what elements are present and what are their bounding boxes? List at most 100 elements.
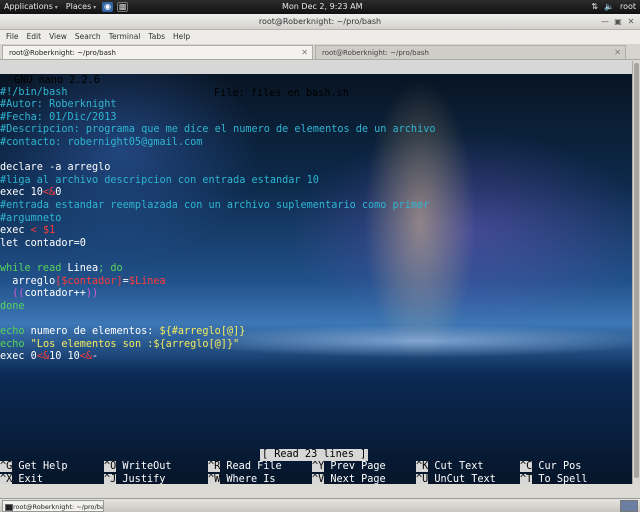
code-token: echo [0, 326, 31, 337]
code-token: while read [0, 263, 68, 274]
maximize-icon[interactable]: ▣ [613, 17, 623, 27]
code-line: while read Linea; do [0, 263, 123, 276]
code-line: echo "Los elementos son :${arreglo[@]}" [0, 339, 239, 352]
shortcut-label: Get Help [12, 461, 68, 472]
shortcut-label: Justify [116, 473, 166, 484]
shortcut-cut-text[interactable]: ^K Cut Text [416, 461, 483, 474]
nano-status-message: [ Read 23 lines ] [260, 449, 369, 461]
tab-2[interactable]: root@Roberknight: ~/pro/bash ✕ [315, 45, 626, 59]
places-menu[interactable]: Places [62, 0, 100, 15]
tab-1[interactable]: root@Roberknight: ~/pro/bash ✕ [2, 45, 313, 59]
shortcut-to-spell[interactable]: ^T To Spell [520, 473, 588, 484]
window-titlebar[interactable]: root@Roberknight: ~/pro/bash — ▣ ✕ [0, 14, 640, 30]
shortcut-label: Cut Text [428, 461, 484, 472]
volume-icon[interactable]: 🔈 [604, 0, 614, 14]
scrollbar-thumb[interactable] [634, 63, 639, 478]
window-title: root@Roberknight: ~/pro/bash [258, 17, 382, 26]
menu-terminal[interactable]: Terminal [105, 30, 145, 44]
shortcut-key: ^C [520, 461, 533, 472]
nano-header: GNU nano 2.2.6 File: files en bash.sh [0, 61, 632, 99]
shortcut-cur-pos[interactable]: ^C Cur Pos [520, 461, 581, 474]
shortcut-next-page[interactable]: ^V Next Page [312, 473, 386, 484]
nano-version: GNU nano 2.2.6 [14, 75, 100, 86]
code-token: exec 10 [0, 187, 43, 199]
nano-filename: File: files en bash.sh [214, 88, 349, 99]
shortcut-label: To Spell [532, 473, 588, 484]
shortcut-label: Next Page [324, 473, 386, 484]
system-tray: ⇅ 🔈 root [591, 0, 636, 14]
shortcut-key: ^X [0, 473, 13, 484]
browser-launcher-icon[interactable]: ◉ [102, 2, 114, 12]
code-line: ((contador++)) [0, 288, 98, 301]
tab-close-icon[interactable]: ✕ [614, 46, 621, 60]
shortcut-label: UnCut Text [428, 473, 496, 484]
tab-label: root@Roberknight: ~/pro/bash [9, 49, 116, 57]
shortcut-key: ^R [208, 461, 221, 472]
code-token: )) [85, 288, 99, 300]
code-token: declare -a arreglo [0, 162, 111, 174]
code-token: [$contador] [55, 275, 123, 287]
network-icon[interactable]: ⇅ [591, 0, 598, 14]
shortcut-label: Prev Page [324, 461, 386, 472]
shortcut-label: Exit [12, 473, 43, 484]
shortcut-key: ^K [416, 461, 429, 472]
close-icon[interactable]: ✕ [626, 17, 636, 27]
code-token: <& [42, 187, 56, 199]
code-token: #entrada estandar reemplazada con un arc… [0, 200, 430, 211]
shortcut-exit[interactable]: ^X Exit [0, 473, 43, 484]
code-line: #contacto: robernight05@gmail.com [0, 137, 202, 150]
user-menu[interactable]: root [620, 0, 636, 14]
code-line: exec 0<&10 10<&- [0, 351, 98, 364]
code-token: (( [0, 288, 25, 300]
shortcut-writeout[interactable]: ^O WriteOut [104, 461, 171, 474]
menu-file[interactable]: File [2, 30, 23, 44]
menubar: File Edit View Search Terminal Tabs Help [0, 30, 640, 44]
shortcut-get-help[interactable]: ^G Get Help [0, 461, 67, 474]
code-token: 0 [55, 187, 62, 199]
menu-help[interactable]: Help [169, 30, 194, 44]
tab-close-icon[interactable]: ✕ [301, 46, 308, 60]
code-token: #Fecha: 01/Dic/2013 [0, 111, 117, 123]
shortcut-key: ^U [416, 473, 429, 484]
code-token: 10 10 [49, 351, 80, 363]
code-token: let contador=0 [0, 237, 86, 249]
workspace-switcher[interactable] [620, 500, 638, 512]
code-token: - [92, 351, 99, 363]
shortcut-where-is[interactable]: ^W Where Is [208, 473, 275, 484]
minimize-icon[interactable]: — [600, 17, 610, 27]
terminal-scrollbar[interactable] [632, 61, 640, 484]
code-token: contador++ [24, 288, 86, 300]
code-line: #argumneto [0, 213, 61, 226]
shortcut-row: ^G Get Help ^O WriteOut ^R Read File ^Y Pre… [0, 461, 632, 474]
taskbar-window-button[interactable]: root@Roberknight: ~/pro/bash [2, 500, 104, 512]
code-line: #Autor: Roberknight [0, 99, 117, 112]
menu-view[interactable]: View [45, 30, 71, 44]
code-token: <& [79, 351, 93, 363]
menu-tabs[interactable]: Tabs [144, 30, 169, 44]
shortcut-justify[interactable]: ^J Justify [104, 473, 166, 484]
shortcut-key: ^G [0, 461, 13, 472]
tab-bar: root@Roberknight: ~/pro/bash ✕ root@Robe… [0, 44, 640, 60]
code-token: exec [0, 225, 31, 237]
code-token: #Descripcion: programa que me dice el nu… [0, 124, 436, 136]
code-line: let contador=0 [0, 238, 86, 251]
shortcut-read-file[interactable]: ^R Read File [208, 461, 282, 474]
clock[interactable]: Mon Dec 2, 9:23 AM [282, 0, 363, 14]
menu-search[interactable]: Search [71, 30, 105, 44]
code-line: exec 10<&0 [0, 187, 61, 200]
terminal-launcher-icon[interactable]: ▩ [117, 2, 129, 12]
shortcut-key: ^V [312, 473, 325, 484]
applications-menu[interactable]: Applications [0, 0, 62, 15]
code-token: #contacto: robernight05@gmail.com [0, 137, 203, 148]
top-panel: Applications Places ◉ ▩ Mon Dec 2, 9:23 … [0, 0, 640, 14]
code-token: $Linea [128, 275, 166, 287]
code-token: <& [36, 351, 50, 363]
shortcut-label: Cur Pos [532, 461, 582, 472]
code-token: "Los elementos son :${arreglo[@]}" [30, 338, 240, 350]
shortcut-uncut-text[interactable]: ^U UnCut Text [416, 473, 496, 484]
menu-edit[interactable]: Edit [23, 30, 46, 44]
shortcut-key: ^Y [312, 461, 325, 472]
shortcut-prev-page[interactable]: ^Y Prev Page [312, 461, 386, 474]
terminal-screen[interactable]: GNU nano 2.2.6 File: files en bash.sh #!… [0, 61, 632, 484]
tab-label: root@Roberknight: ~/pro/bash [322, 49, 429, 57]
